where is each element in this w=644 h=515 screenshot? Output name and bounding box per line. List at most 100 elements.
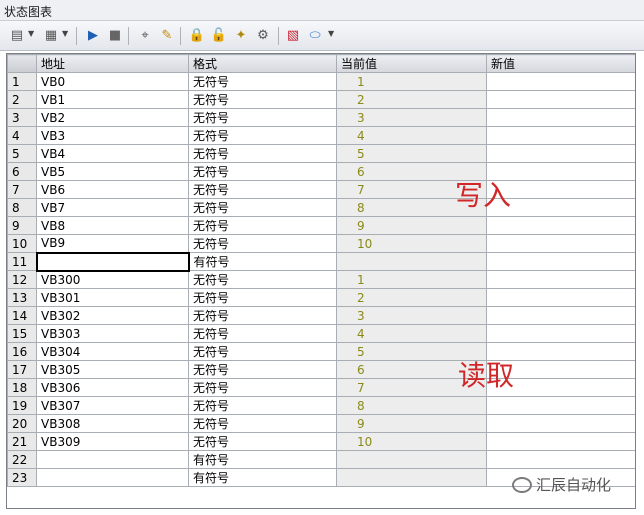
row-number[interactable]: 14	[7, 306, 37, 325]
address-cell[interactable]: VB302	[36, 306, 189, 325]
row-number[interactable]: 1	[7, 72, 37, 91]
format-cell[interactable]: 无符号	[188, 288, 337, 307]
row-number[interactable]: 7	[7, 180, 37, 199]
column-header-current-value[interactable]: 当前值	[336, 54, 487, 73]
new-value-cell[interactable]	[486, 72, 635, 91]
row-number[interactable]: 20	[7, 414, 37, 433]
row-number[interactable]: 9	[7, 216, 37, 235]
format-cell[interactable]: 无符号	[188, 162, 337, 181]
address-cell[interactable]: VB9	[36, 234, 189, 253]
format-cell[interactable]: 无符号	[188, 234, 337, 253]
format-cell[interactable]: 无符号	[188, 414, 337, 433]
format-cell[interactable]: 无符号	[188, 306, 337, 325]
row-number[interactable]: 18	[7, 378, 37, 397]
tag-icon[interactable]: ⬭	[306, 27, 324, 45]
unlock-all-icon[interactable]: ✦	[232, 27, 250, 45]
new-value-cell[interactable]	[486, 450, 635, 469]
new-value-cell[interactable]	[486, 432, 635, 451]
address-cell[interactable]: VB8	[36, 216, 189, 235]
address-cell[interactable]: VB306	[36, 378, 189, 397]
column-header-address[interactable]: 地址	[36, 54, 189, 73]
delete-dropdown-icon[interactable]: ▼	[62, 29, 68, 38]
format-cell[interactable]: 无符号	[188, 144, 337, 163]
new-value-cell[interactable]	[486, 270, 635, 289]
address-cell[interactable]: VB3	[36, 126, 189, 145]
pencil-icon[interactable]: ✎	[158, 27, 176, 45]
lock-icon[interactable]: 🔒	[188, 27, 206, 45]
row-number[interactable]: 10	[7, 234, 37, 253]
new-value-cell[interactable]	[486, 90, 635, 109]
row-number[interactable]: 11	[7, 252, 37, 271]
read-all-icon[interactable]: ⚙	[254, 27, 272, 45]
tag-dropdown-icon[interactable]: ▼	[328, 29, 334, 38]
insert-dropdown-icon[interactable]: ▼	[28, 29, 34, 38]
new-value-cell[interactable]	[486, 324, 635, 343]
address-cell[interactable]: VB5	[36, 162, 189, 181]
column-header-format[interactable]: 格式	[188, 54, 337, 73]
new-value-cell[interactable]	[486, 306, 635, 325]
format-cell[interactable]: 无符号	[188, 180, 337, 199]
address-cell[interactable]: VB7	[36, 198, 189, 217]
row-number[interactable]: 21	[7, 432, 37, 451]
row-number[interactable]: 4	[7, 126, 37, 145]
row-number[interactable]: 23	[7, 468, 37, 487]
new-value-cell[interactable]	[486, 252, 635, 271]
format-cell[interactable]: 无符号	[188, 342, 337, 361]
new-value-cell[interactable]	[486, 288, 635, 307]
address-cell[interactable]: VB4	[36, 144, 189, 163]
trend-icon[interactable]: ▧	[284, 27, 302, 45]
format-cell[interactable]: 无符号	[188, 396, 337, 415]
row-number[interactable]: 5	[7, 144, 37, 163]
address-cell[interactable]: VB2	[36, 108, 189, 127]
address-cell[interactable]: VB300	[36, 270, 189, 289]
format-cell[interactable]: 无符号	[188, 360, 337, 379]
address-cell[interactable]: VB308	[36, 414, 189, 433]
format-cell[interactable]: 无符号	[188, 198, 337, 217]
row-number[interactable]: 19	[7, 396, 37, 415]
format-cell[interactable]: 无符号	[188, 324, 337, 343]
address-cell[interactable]: VB301	[36, 288, 189, 307]
address-cell[interactable]	[36, 468, 189, 487]
address-cell[interactable]: VB307	[36, 396, 189, 415]
row-number[interactable]: 22	[7, 450, 37, 469]
corner-header[interactable]	[7, 54, 37, 73]
new-value-cell[interactable]	[486, 126, 635, 145]
row-number[interactable]: 17	[7, 360, 37, 379]
row-number[interactable]: 8	[7, 198, 37, 217]
row-number[interactable]: 15	[7, 324, 37, 343]
address-cell[interactable]: VB305	[36, 360, 189, 379]
address-cell[interactable]: VB304	[36, 342, 189, 361]
format-cell[interactable]: 有符号	[188, 450, 337, 469]
row-number[interactable]: 6	[7, 162, 37, 181]
new-value-cell[interactable]	[486, 108, 635, 127]
address-cell-selected[interactable]	[35, 251, 190, 272]
address-cell[interactable]: VB309	[36, 432, 189, 451]
new-value-cell[interactable]	[486, 216, 635, 235]
run-icon[interactable]: ▶	[84, 27, 102, 45]
address-cell[interactable]: VB0	[36, 72, 189, 91]
format-cell[interactable]: 无符号	[188, 108, 337, 127]
delete-icon[interactable]: ▦	[42, 27, 60, 45]
address-cell[interactable]: VB6	[36, 180, 189, 199]
row-number[interactable]: 3	[7, 108, 37, 127]
new-value-cell[interactable]	[486, 234, 635, 253]
column-header-new-value[interactable]: 新值	[486, 54, 635, 73]
address-cell[interactable]	[36, 450, 189, 469]
format-cell[interactable]: 无符号	[188, 378, 337, 397]
row-number[interactable]: 2	[7, 90, 37, 109]
row-number[interactable]: 12	[7, 270, 37, 289]
new-value-cell[interactable]	[486, 414, 635, 433]
insert-icon[interactable]: ▤	[8, 27, 26, 45]
address-cell[interactable]: VB1	[36, 90, 189, 109]
new-value-cell[interactable]	[486, 396, 635, 415]
row-number[interactable]: 13	[7, 288, 37, 307]
stop-icon[interactable]: ■	[106, 27, 124, 45]
format-cell[interactable]: 无符号	[188, 216, 337, 235]
format-cell[interactable]: 无符号	[188, 270, 337, 289]
format-cell[interactable]: 无符号	[188, 432, 337, 451]
unlock-icon[interactable]: 🔓	[210, 27, 228, 45]
row-number[interactable]: 16	[7, 342, 37, 361]
format-cell[interactable]: 有符号	[188, 468, 337, 487]
address-cell[interactable]: VB303	[36, 324, 189, 343]
format-cell[interactable]: 无符号	[188, 72, 337, 91]
